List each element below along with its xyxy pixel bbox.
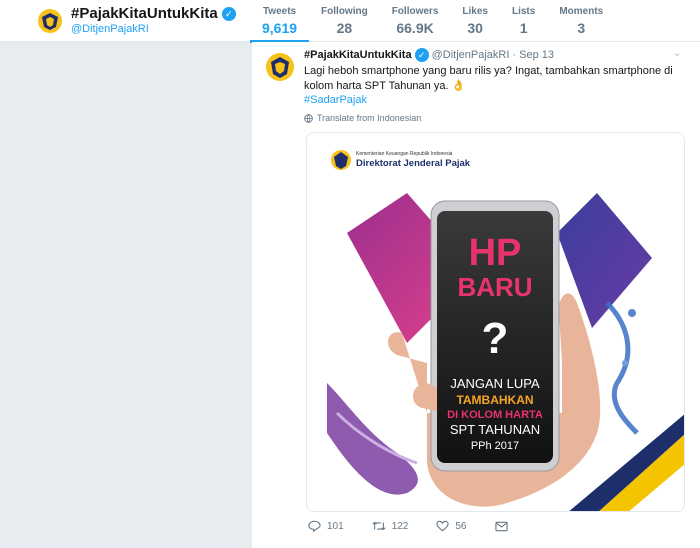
poster-jangan-lupa: JANGAN LUPA: [450, 376, 540, 391]
like-count: 56: [455, 520, 467, 532]
tab-lists[interactable]: Lists 1: [500, 0, 547, 42]
tab-moments-label: Moments: [559, 6, 604, 17]
verified-badge-icon: ✓: [414, 48, 429, 62]
tab-tweets-count: 9,619: [262, 20, 298, 36]
poster-tambahkan: TAMBAHKAN: [456, 393, 533, 407]
tab-likes-count: 30: [467, 20, 483, 36]
tab-followers-count: 66.9K: [396, 20, 434, 36]
translate-label: Translate from Indonesian: [317, 113, 422, 123]
tab-followers[interactable]: Followers 66.9K: [380, 0, 451, 42]
tweet-text-body: Lagi heboh smartphone yang baru rilis ya…: [304, 65, 673, 92]
retweet-icon: [372, 521, 386, 531]
poster-di-kolom-harta: DI KOLOM HARTA: [447, 409, 543, 421]
poster-question-mark: ?: [482, 314, 509, 363]
hashtag-link[interactable]: #SadarPajak: [304, 94, 367, 106]
tab-following-count: 28: [336, 20, 353, 36]
heart-icon: [436, 520, 450, 532]
tweet-author-handle[interactable]: @DitjenPajakRI: [432, 49, 510, 61]
djp-logo-icon[interactable]: [37, 8, 63, 34]
djp-poster-logo-icon: [331, 150, 351, 170]
tweet-author-name[interactable]: #PajakKitaUntukKita: [304, 49, 412, 61]
retweet-button[interactable]: 122: [372, 520, 409, 532]
profile-stats-nav: Tweets 9,619 Following 28 Followers 66.9…: [250, 0, 615, 43]
profile-handle[interactable]: @DitjenPajakRI: [71, 23, 149, 35]
tab-following[interactable]: Following 28: [309, 0, 380, 42]
tweet-header: #PajakKitaUntukKita ✓ @DitjenPajakRI · S…: [304, 48, 554, 62]
verified-badge-icon: ✓: [221, 6, 236, 21]
direct-message-button[interactable]: [494, 521, 508, 532]
tweet-text: Lagi heboh smartphone yang baru rilis ya…: [304, 64, 684, 94]
poster-graphic: Kementerian Keuangan Republik Indonesia …: [327, 150, 684, 511]
tab-likes-label: Likes: [462, 6, 488, 17]
translate-link[interactable]: Translate from Indonesian: [304, 113, 421, 123]
poster-spt-tahunan: SPT TAHUNAN: [450, 422, 540, 437]
retweet-count: 122: [391, 520, 409, 532]
poster-pph-2017: PPh 2017: [471, 440, 519, 452]
poster-baru-text: BARU: [457, 272, 532, 302]
avatar[interactable]: [265, 52, 295, 82]
tweet-media-image[interactable]: Kementerian Keuangan Republik Indonesia …: [306, 132, 685, 512]
envelope-icon: [494, 521, 508, 531]
tab-lists-label: Lists: [511, 6, 536, 17]
poster-org-big: Direktorat Jenderal Pajak: [356, 158, 471, 169]
ok-hand-emoji-icon: 👌: [451, 80, 466, 92]
tab-likes[interactable]: Likes 30: [450, 0, 500, 42]
tab-moments[interactable]: Moments 3: [547, 0, 615, 42]
tab-tweets-label: Tweets: [262, 6, 297, 17]
profile-name[interactable]: #PajakKitaUntukKita ✓: [71, 5, 236, 22]
reply-count: 101: [327, 520, 344, 532]
chevron-down-icon[interactable]: ⌄: [673, 48, 681, 59]
tweet-actions: 101 122 56: [308, 520, 536, 532]
reply-icon: [308, 520, 321, 532]
like-button[interactable]: 56: [436, 520, 467, 532]
tab-moments-count: 3: [577, 20, 586, 36]
poster-hp-text: HP: [469, 232, 522, 274]
tab-lists-count: 1: [519, 20, 528, 36]
tab-tweets[interactable]: Tweets 9,619: [250, 0, 310, 43]
tweet-date[interactable]: · Sep 13: [512, 49, 554, 61]
tab-followers-label: Followers: [391, 6, 439, 17]
globe-icon: [304, 113, 313, 123]
poster-org-small: Kementerian Keuangan Republik Indonesia: [356, 151, 453, 157]
profile-nav-bar: #PajakKitaUntukKita ✓ @DitjenPajakRI Twe…: [0, 0, 700, 43]
tweet-card[interactable]: #PajakKitaUntukKita ✓ @DitjenPajakRI · S…: [252, 42, 700, 548]
reply-button[interactable]: 101: [308, 520, 344, 532]
tab-following-label: Following: [321, 6, 368, 17]
